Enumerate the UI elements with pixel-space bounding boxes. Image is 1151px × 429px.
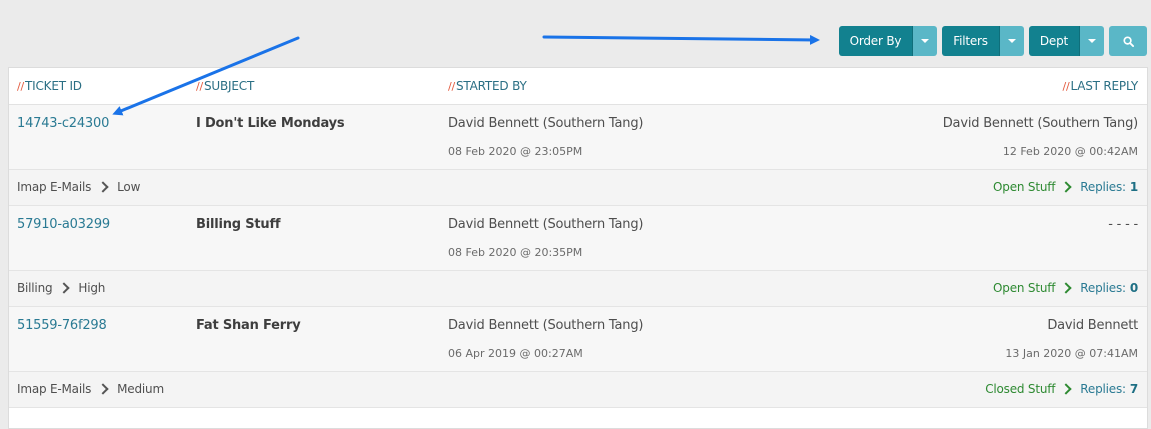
- started-by: David Bennett (Southern Tang): [448, 217, 644, 232]
- last-reply-by: - - - -: [1108, 217, 1138, 232]
- started-date: 08 Feb 2020 @ 23:05PM: [448, 145, 583, 158]
- started-date: 06 Apr 2019 @ 00:27AM: [448, 347, 583, 360]
- header-ticket-id[interactable]: //TICKET ID: [17, 79, 82, 93]
- order-by-dropdown[interactable]: Order By: [838, 26, 938, 56]
- table-header: //TICKET ID //SUBJECT //STARTED BY //LAS…: [9, 68, 1147, 105]
- status-replies: Closed Stuff Replies: 7: [985, 382, 1138, 396]
- last-reply-date: 12 Feb 2020 @ 00:42AM: [1002, 145, 1138, 158]
- status-replies: Open Stuff Replies: 0: [993, 281, 1138, 295]
- table-row[interactable]: 14743-c24300 I Don't Like Mondays David …: [9, 105, 1147, 170]
- replies-count: 1: [1129, 180, 1138, 194]
- table-row[interactable]: 57910-a03299 Billing Stuff David Bennett…: [9, 206, 1147, 271]
- chevron-right-icon: [1060, 282, 1072, 294]
- ticket-id-link[interactable]: 14743-c24300: [17, 116, 109, 131]
- table-row[interactable]: 51559-76f298 Fat Shan Ferry David Bennet…: [9, 307, 1147, 372]
- started-date: 08 Feb 2020 @ 20:35PM: [448, 246, 583, 259]
- replies-count: 7: [1129, 382, 1138, 396]
- chevron-right-icon: [58, 282, 71, 294]
- ticket-meta-row: Billing High Open Stuff Replies: 0: [9, 271, 1147, 307]
- dept-dropdown[interactable]: Dept: [1028, 26, 1104, 56]
- department-label: Imap E-Mails: [17, 382, 92, 396]
- dept-priority-breadcrumb: Imap E-Mails Medium: [17, 382, 164, 396]
- header-label: SUBJECT: [204, 79, 255, 93]
- priority-label: Medium: [117, 382, 164, 396]
- toolbar: Order By Filters Dept: [838, 26, 1147, 56]
- ticket-subject[interactable]: Fat Shan Ferry: [196, 318, 301, 333]
- replies-label: Replies:: [1080, 180, 1126, 194]
- status-label: Open Stuff: [993, 180, 1056, 194]
- status-replies: Open Stuff Replies: 1: [993, 180, 1138, 194]
- ticket-id-link[interactable]: 57910-a03299: [17, 217, 110, 232]
- order-by-caret[interactable]: [912, 26, 938, 56]
- chevron-down-icon: [1088, 39, 1096, 43]
- order-by-button[interactable]: Order By: [838, 26, 913, 56]
- ticket-id-link[interactable]: 51559-76f298: [17, 318, 107, 333]
- header-subject[interactable]: //SUBJECT: [196, 79, 254, 93]
- last-reply-by: David Bennett (Southern Tang): [942, 116, 1138, 131]
- dept-caret[interactable]: [1079, 26, 1104, 56]
- department-label: Billing: [17, 281, 53, 295]
- chevron-right-icon: [1060, 383, 1072, 395]
- replies-count: 0: [1129, 281, 1138, 295]
- search-icon: [1122, 35, 1134, 47]
- priority-label: High: [78, 281, 106, 295]
- started-by: David Bennett (Southern Tang): [448, 318, 644, 333]
- header-slash: //: [17, 80, 25, 93]
- header-started-by[interactable]: //STARTED BY: [448, 79, 527, 93]
- search-button[interactable]: [1109, 26, 1147, 56]
- chevron-right-icon: [97, 181, 109, 193]
- ticket-table: //TICKET ID //SUBJECT //STARTED BY //LAS…: [8, 67, 1148, 429]
- ticket-meta-row: Imap E-Mails Low Open Stuff Replies: 1: [9, 170, 1147, 206]
- header-label: STARTED BY: [456, 79, 527, 93]
- last-reply-date: 13 Jan 2020 @ 07:41AM: [1005, 347, 1138, 360]
- priority-label: Low: [117, 180, 141, 194]
- chevron-down-icon: [921, 39, 930, 43]
- dept-priority-breadcrumb: Imap E-Mails Low: [17, 180, 140, 194]
- header-slash: //: [196, 80, 204, 93]
- ticket-subject[interactable]: Billing Stuff: [196, 217, 281, 232]
- replies-label: Replies:: [1080, 382, 1126, 396]
- chevron-right-icon: [97, 383, 109, 395]
- filters-dropdown[interactable]: Filters: [942, 26, 1024, 56]
- chevron-down-icon: [1007, 39, 1016, 43]
- filters-caret[interactable]: [998, 26, 1024, 56]
- replies-label: Replies:: [1080, 281, 1126, 295]
- dept-priority-breadcrumb: Billing High: [17, 281, 105, 295]
- dept-button[interactable]: Dept: [1028, 26, 1079, 56]
- filters-button[interactable]: Filters: [942, 26, 999, 56]
- last-reply-by: David Bennett: [1047, 318, 1138, 333]
- header-label: LAST REPLY: [1070, 79, 1138, 93]
- ticket-subject[interactable]: I Don't Like Mondays: [196, 116, 345, 131]
- chevron-right-icon: [1060, 181, 1072, 193]
- header-label: TICKET ID: [25, 79, 82, 93]
- status-label: Closed Stuff: [985, 382, 1056, 396]
- status-label: Open Stuff: [993, 281, 1056, 295]
- header-slash: //: [448, 80, 456, 93]
- annotation-arrow-toolbar: [542, 34, 820, 45]
- header-last-reply[interactable]: //LAST REPLY: [1062, 79, 1138, 93]
- started-by: David Bennett (Southern Tang): [448, 116, 644, 131]
- header-slash: //: [1062, 80, 1070, 93]
- department-label: Imap E-Mails: [17, 180, 92, 194]
- ticket-meta-row: Imap E-Mails Medium Closed Stuff Replies…: [9, 372, 1147, 408]
